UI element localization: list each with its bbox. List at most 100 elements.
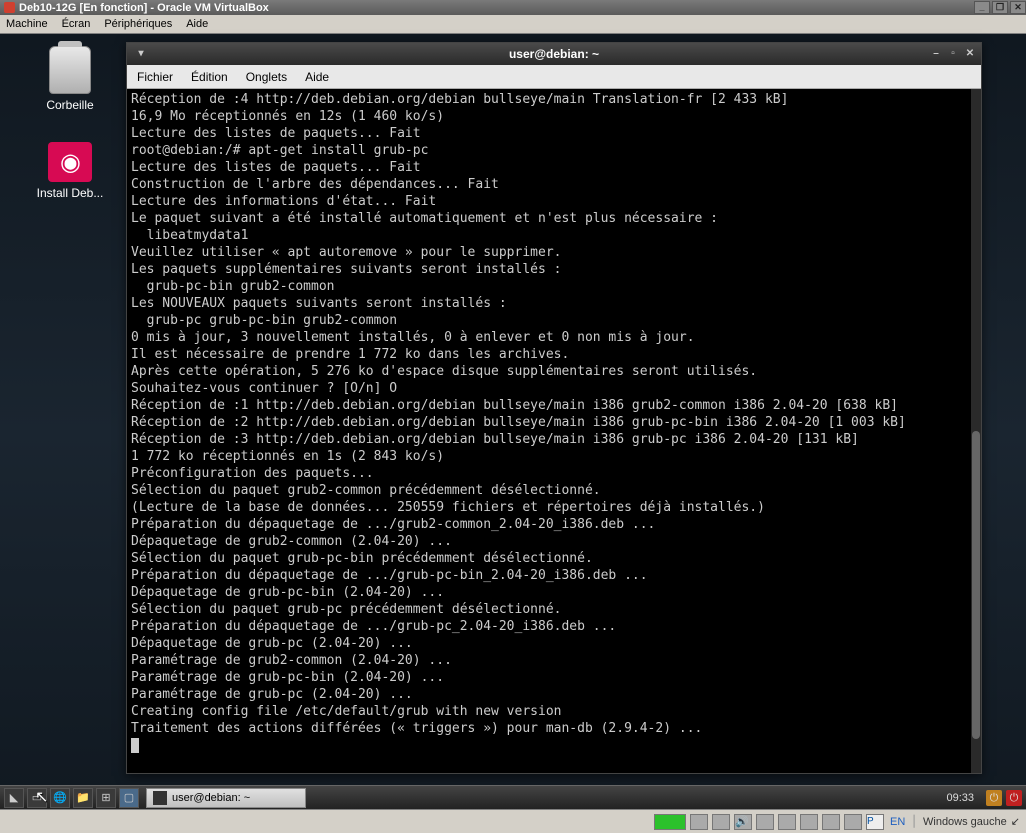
terminal-line: Lecture des informations d'état... Fait: [131, 193, 977, 210]
terminal-line: Lecture des listes de paquets... Fait: [131, 159, 977, 176]
terminal-line: Dépaquetage de grub2-common (2.04-20) ..…: [131, 533, 977, 550]
terminal-line: Réception de :2 http://deb.debian.org/de…: [131, 414, 977, 431]
trash-icon: [49, 46, 91, 94]
vb-hard-disk-icon[interactable]: [690, 814, 708, 830]
terminal-line: libeatmydata1: [131, 227, 977, 244]
vb-activity-indicator: [654, 814, 686, 830]
terminal-line: Sélection du paquet grub-pc-bin précédem…: [131, 550, 977, 567]
terminal-scrollbar[interactable]: [971, 89, 981, 773]
terminal-line: grub-pc-bin grub2-common: [131, 278, 977, 295]
vb-park-indicator: P: [866, 814, 884, 830]
vb-network-icon[interactable]: [756, 814, 774, 830]
guest-desktop[interactable]: Corbeille Install Deb... ▾ user@debian: …: [0, 34, 1026, 833]
terminal-minimize-button[interactable]: –: [929, 47, 943, 61]
vb-audio-icon[interactable]: 🔊: [734, 814, 752, 830]
terminal-content[interactable]: Réception de :4 http://deb.debian.org/de…: [127, 89, 981, 773]
terminal-line: Paramétrage de grub-pc (2.04-20) ...: [131, 686, 977, 703]
trash-label: Corbeille: [20, 98, 120, 112]
vb-minimize-button[interactable]: _: [974, 1, 990, 14]
vb-maximize-button[interactable]: ❐: [992, 1, 1008, 14]
terminal-line: Paramétrage de grub2-common (2.04-20) ..…: [131, 652, 977, 669]
terminal-line: Sélection du paquet grub-pc précédemment…: [131, 601, 977, 618]
terminal-line: Il est nécessaire de prendre 1 772 ko da…: [131, 346, 977, 363]
terminal-line: Veuillez utiliser « apt autoremove » pou…: [131, 244, 977, 261]
terminal-menu-icon[interactable]: ▾: [134, 47, 148, 61]
terminal-line: Préparation du dépaquetage de .../grub2-…: [131, 516, 977, 533]
terminal-menu-edition[interactable]: Édition: [191, 70, 228, 84]
terminal-line: Dépaquetage de grub-pc (2.04-20) ...: [131, 635, 977, 652]
install-debian-desktop-icon[interactable]: Install Deb...: [20, 142, 120, 200]
terminal-cursor: [131, 738, 139, 753]
taskbar-clock[interactable]: 09:33: [946, 792, 974, 804]
virtualbox-icon: [4, 2, 15, 13]
web-browser-button[interactable]: 🌐: [50, 788, 70, 808]
taskbar-terminal-task[interactable]: user@debian: ~: [146, 788, 306, 808]
terminal-line: Après cette opération, 5 276 ko d'espace…: [131, 363, 977, 380]
terminal-line: Préparation du dépaquetage de .../grub-p…: [131, 567, 977, 584]
terminal-line: Les NOUVEAUX paquets suivants seront ins…: [131, 295, 977, 312]
terminal-line: Préconfiguration des paquets...: [131, 465, 977, 482]
terminal-line: Réception de :1 http://deb.debian.org/de…: [131, 397, 977, 414]
terminal-line: Traitement des actions différées (« trig…: [131, 720, 977, 737]
terminal-titlebar[interactable]: ▾ user@debian: ~ – ▫ ✕: [127, 43, 981, 65]
terminal-line: Construction de l'arbre des dépendances.…: [131, 176, 977, 193]
terminal-line: grub-pc grub-pc-bin grub2-common: [131, 312, 977, 329]
terminal-line: Préparation du dépaquetage de .../grub-p…: [131, 618, 977, 635]
guest-taskbar: ◣ ▭ 🌐 📁 ⊞ ▢ user@debian: ~ 09:33 ⏻ ⏻: [0, 785, 1026, 809]
terminal-line: 0 mis à jour, 3 nouvellement installés, …: [131, 329, 977, 346]
terminal-line: 1 772 ko réceptionnés en 1s (2 843 ko/s): [131, 448, 977, 465]
virtualbox-titlebar: Deb10-12G [En fonction] - Oracle VM Virt…: [0, 0, 1026, 15]
vb-host-arrow-icon: ↙: [1011, 815, 1020, 828]
terminal-line: Creating config file /etc/default/grub w…: [131, 703, 977, 720]
vb-menu-ecran[interactable]: Écran: [62, 18, 91, 30]
terminal-line: Souhaitez-vous continuer ? [O/n] O: [131, 380, 977, 397]
vb-menu-aide[interactable]: Aide: [186, 18, 208, 30]
terminal-line: Les paquets supplémentaires suivants ser…: [131, 261, 977, 278]
terminal-menu-aide[interactable]: Aide: [305, 70, 329, 84]
vb-menu-peripheriques[interactable]: Périphériques: [104, 18, 172, 30]
vb-keyboard-lang[interactable]: EN: [890, 816, 905, 828]
terminal-title: user@debian: ~: [509, 47, 599, 61]
taskbar-task-label: user@debian: ~: [172, 792, 250, 804]
terminal-line: (Lecture de la base de données... 250559…: [131, 499, 977, 516]
power-icon[interactable]: ⏻: [1006, 790, 1022, 806]
terminal-line: Dépaquetage de grub-pc-bin (2.04-20) ...: [131, 584, 977, 601]
terminal-line: Réception de :4 http://deb.debian.org/de…: [131, 91, 977, 108]
terminal-line: Paramétrage de grub-pc-bin (2.04-20) ...: [131, 669, 977, 686]
vb-recording-icon[interactable]: [844, 814, 862, 830]
install-label: Install Deb...: [20, 186, 120, 200]
virtualbox-statusbar: 🔊 P EN ⎮ Windows gauche ↙: [0, 809, 1026, 833]
terminal-menu-fichier[interactable]: Fichier: [137, 70, 173, 84]
start-menu-button[interactable]: ◣: [4, 788, 24, 808]
virtualbox-title: Deb10-12G [En fonction] - Oracle VM Virt…: [19, 2, 269, 14]
terminal-close-button[interactable]: ✕: [963, 47, 977, 61]
terminal-menubar: Fichier Édition Onglets Aide: [127, 65, 981, 89]
lock-screen-icon[interactable]: ⏻: [986, 790, 1002, 806]
vb-close-button[interactable]: ✕: [1010, 1, 1026, 14]
workspace-switcher[interactable]: ⊞: [96, 788, 116, 808]
vb-usb-icon[interactable]: [778, 814, 796, 830]
vb-shared-folders-icon[interactable]: [800, 814, 818, 830]
terminal-scroll-thumb[interactable]: [972, 431, 980, 739]
terminal-line: Lecture des listes de paquets... Fait: [131, 125, 977, 142]
terminal-task-icon: [153, 791, 167, 805]
terminal-line: Sélection du paquet grub2-common précéde…: [131, 482, 977, 499]
terminal-launcher-button[interactable]: ▢: [119, 788, 139, 808]
terminal-window: ▾ user@debian: ~ – ▫ ✕ Fichier Édition O…: [126, 42, 982, 774]
file-manager-button[interactable]: 📁: [73, 788, 93, 808]
vb-menu-machine[interactable]: Machine: [6, 18, 48, 30]
terminal-cursor-line[interactable]: [131, 737, 977, 754]
vb-status-separator: ⎮: [911, 815, 917, 828]
vb-host-key-label: Windows gauche: [923, 816, 1007, 828]
virtualbox-menubar: Machine Écran Périphériques Aide: [0, 15, 1026, 34]
terminal-line: Réception de :3 http://deb.debian.org/de…: [131, 431, 977, 448]
terminal-line: Le paquet suivant a été installé automat…: [131, 210, 977, 227]
terminal-maximize-button[interactable]: ▫: [946, 47, 960, 61]
terminal-line: root@debian:/# apt-get install grub-pc: [131, 142, 977, 159]
vb-display-icon[interactable]: [822, 814, 840, 830]
terminal-line: 16,9 Mo réceptionnés en 12s (1 460 ko/s): [131, 108, 977, 125]
vb-optical-disk-icon[interactable]: [712, 814, 730, 830]
trash-desktop-icon[interactable]: Corbeille: [20, 46, 120, 112]
terminal-menu-onglets[interactable]: Onglets: [246, 70, 287, 84]
show-desktop-button[interactable]: ▭: [27, 788, 47, 808]
